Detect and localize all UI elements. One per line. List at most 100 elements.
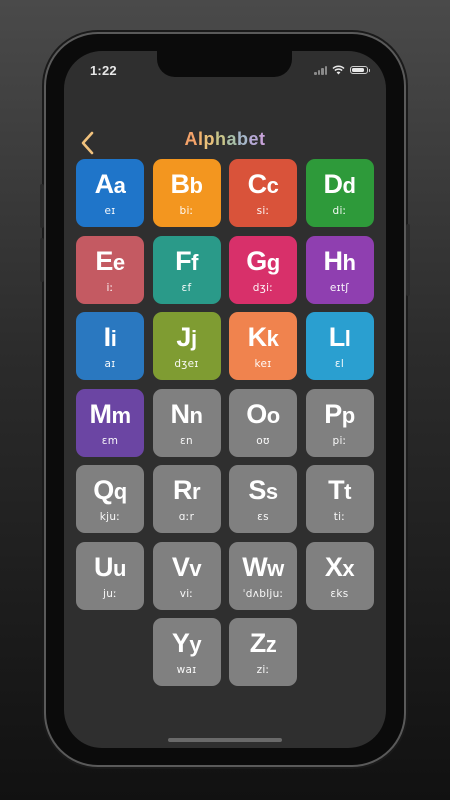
volume-down-button <box>40 238 44 282</box>
uppercase-letter: V <box>171 551 190 582</box>
tile-letter: Oo <box>229 399 297 431</box>
lowercase-letter: l <box>344 326 351 351</box>
tile-letter: Ss <box>229 475 297 507</box>
letter-tile-p[interactable]: Pp piː <box>305 388 374 457</box>
tile-letter: Hh <box>306 246 374 278</box>
lowercase-letter: w <box>267 555 284 581</box>
pronunciation-text: eɪtʃ <box>329 281 350 294</box>
tile-letter: Ll <box>306 322 374 354</box>
lowercase-letter: q <box>113 479 127 504</box>
letter-tile-m[interactable]: Mm ɛm <box>76 388 144 457</box>
letter-tile-g[interactable]: Gg dʒiː <box>229 235 297 304</box>
pronunciation-text: juː <box>102 587 117 600</box>
pronunciation-text: keɪ <box>254 358 272 370</box>
uppercase-letter: T <box>328 475 345 505</box>
letter-tile-e[interactable]: Ee iː <box>76 235 144 304</box>
tile-letter: Qq <box>76 475 144 507</box>
side-button <box>406 224 410 296</box>
lowercase-letter: t <box>344 479 351 504</box>
lowercase-letter: b <box>189 173 203 198</box>
uppercase-letter: Q <box>93 475 114 505</box>
title-letter: b <box>237 129 249 149</box>
uppercase-letter: Z <box>249 628 267 658</box>
title-letter: t <box>259 129 266 149</box>
lowercase-letter: i <box>110 326 117 351</box>
pronunciation-text: dʒeɪ <box>174 358 199 370</box>
letter-tile-u[interactable]: Uu juː <box>76 541 144 610</box>
letter-tile-i[interactable]: Ii aɪ <box>76 312 144 380</box>
lowercase-letter: d <box>342 173 356 198</box>
tile-letter: Yy <box>153 628 221 660</box>
lowercase-letter: y <box>189 632 202 657</box>
tile-letter: Vv <box>153 552 221 584</box>
lowercase-letter: g <box>266 249 280 275</box>
tile-letter: Cc <box>229 169 297 201</box>
lowercase-letter: x <box>342 555 355 581</box>
letter-tile-s[interactable]: Ss ɛs <box>229 465 297 533</box>
letter-tile-h[interactable]: Hh eɪtʃ <box>305 235 374 304</box>
pronunciation-text: biː <box>179 205 194 217</box>
letter-tile-n[interactable]: Nn ɛn <box>152 388 221 457</box>
lowercase-letter: c <box>266 173 279 198</box>
letter-tile-f[interactable]: Ff ɛf <box>152 235 221 304</box>
uppercase-letter: K <box>247 322 268 352</box>
pronunciation-text: ziː <box>256 664 270 676</box>
letter-tile-l[interactable]: Ll ɛl <box>305 312 374 380</box>
pronunciation-text: tiː <box>333 511 346 523</box>
lowercase-letter: k <box>266 326 279 351</box>
letter-tile-k[interactable]: Kk keɪ <box>229 312 297 380</box>
letter-tile-o[interactable]: Oo oʊ <box>229 388 297 457</box>
lowercase-letter: j <box>190 326 197 351</box>
uppercase-letter: I <box>103 322 112 352</box>
letter-tile-q[interactable]: Qq kjuː <box>76 465 144 533</box>
uppercase-letter: M <box>89 398 112 429</box>
letter-tile-r[interactable]: Rr ɑːr <box>152 465 221 533</box>
tile-letter: Tt <box>306 475 374 507</box>
pronunciation-text: ˈdʌbljuː <box>242 587 284 600</box>
tile-letter: Pp <box>306 399 374 431</box>
letter-tile-v[interactable]: Vv viː <box>152 541 221 610</box>
pronunciation-text: ɛm <box>101 434 119 447</box>
lowercase-letter: u <box>113 555 126 581</box>
letter-tile-b[interactable]: Bb biː <box>152 159 221 227</box>
pronunciation-text: iː <box>106 281 114 294</box>
lowercase-letter: f <box>191 249 198 275</box>
letter-tile-d[interactable]: Dd diː <box>305 159 374 227</box>
uppercase-letter: C <box>247 169 268 199</box>
pronunciation-text: aɪ <box>104 358 116 370</box>
letter-tile-j[interactable]: Jj dʒeɪ <box>152 312 221 380</box>
letter-tile-z[interactable]: Zz ziː <box>229 618 297 686</box>
tile-letter: Mm <box>76 399 144 431</box>
lowercase-letter: v <box>189 555 202 581</box>
page-title: Alphabet <box>64 129 386 150</box>
status-icons <box>314 65 370 75</box>
letter-tile-c[interactable]: Cc siː <box>229 159 297 227</box>
tile-letter: Dd <box>306 169 374 201</box>
uppercase-letter: W <box>242 551 268 582</box>
pronunciation-text: ɛn <box>180 434 193 447</box>
home-indicator[interactable] <box>168 738 282 742</box>
pronunciation-text: ɛks <box>330 587 349 600</box>
battery-level <box>352 68 364 72</box>
lowercase-letter: o <box>266 402 280 428</box>
pronunciation-text: kjuː <box>99 511 121 523</box>
pronunciation-text: siː <box>256 205 270 217</box>
pronunciation-text: ɛs <box>257 511 269 523</box>
tile-letter: Xx <box>306 552 374 584</box>
pronunciation-text: waɪ <box>176 664 197 676</box>
tile-letter: Nn <box>153 399 221 431</box>
letter-tile-w[interactable]: Ww ˈdʌbljuː <box>229 541 297 610</box>
letter-tile-a[interactable]: Aa eɪ <box>76 159 144 227</box>
pronunciation-text: diː <box>332 205 347 217</box>
pronunciation-text: oʊ <box>256 434 270 447</box>
letter-tile-y[interactable]: Yy waɪ <box>152 618 221 686</box>
notch <box>157 51 292 77</box>
letter-tile-x[interactable]: Xx ɛks <box>305 541 374 610</box>
title-letter: h <box>214 129 227 149</box>
lowercase-letter: p <box>341 402 355 428</box>
uppercase-letter: X <box>324 551 343 582</box>
tile-letter: Kk <box>229 322 297 354</box>
letter-tile-t[interactable]: Tt tiː <box>305 465 374 533</box>
wifi-icon <box>332 65 345 75</box>
tile-letter: Bb <box>153 169 221 201</box>
